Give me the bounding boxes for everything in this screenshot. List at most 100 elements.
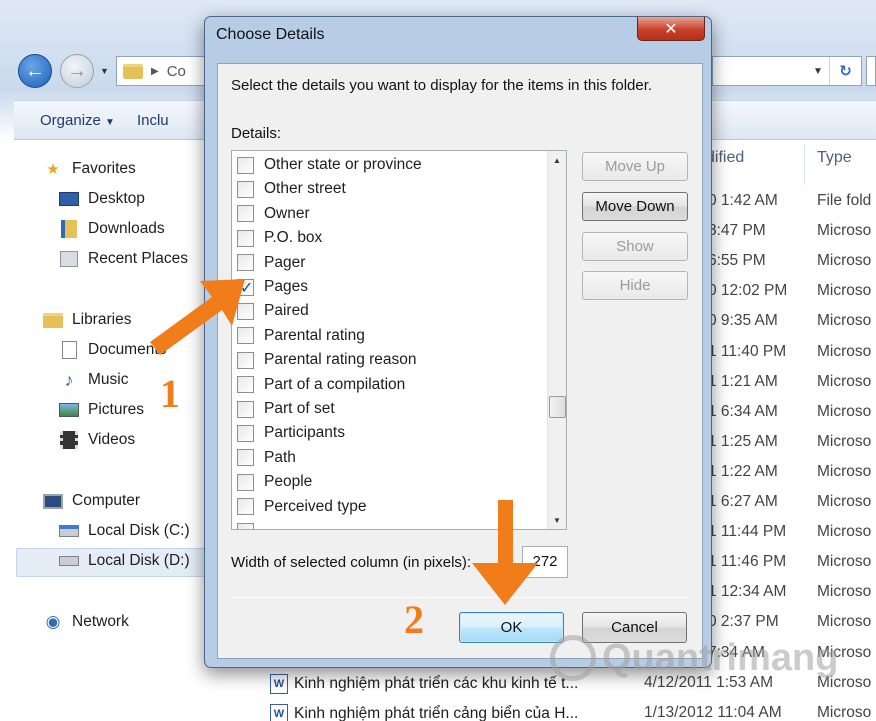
detail-checkbox[interactable] (237, 522, 254, 529)
sidebar-item-music[interactable]: ♪ Music (58, 370, 129, 390)
sidebar-item-downloads[interactable]: Downloads (58, 219, 165, 239)
date-modified-cell: 0 1:42 AM (708, 192, 778, 209)
move-up-button[interactable]: Move Up (582, 152, 688, 181)
date-modified-cell: 1 11:40 PM (708, 342, 787, 360)
column-header-type[interactable]: Type (817, 149, 852, 167)
detail-checkbox[interactable] (237, 498, 254, 516)
column-divider[interactable] (804, 145, 805, 185)
detail-item[interactable]: Part of a compilation (237, 374, 405, 396)
detail-item[interactable]: Pager (237, 252, 305, 274)
star-icon: ★ (46, 161, 60, 178)
breadcrumb-chevron-icon: ▶ (151, 65, 159, 77)
type-cell: Microso (817, 553, 872, 571)
sidebar-item-recent-places[interactable]: Recent Places (58, 249, 188, 269)
address-bar[interactable]: ▶ Co (116, 56, 211, 86)
detail-checkbox[interactable] (237, 278, 254, 298)
move-down-button[interactable]: Move Down (582, 192, 688, 221)
detail-item[interactable] (237, 520, 254, 529)
detail-item[interactable]: Path (237, 447, 296, 469)
detail-label: Owner (264, 204, 310, 222)
sidebar-item-network[interactable]: ◉ Network (42, 612, 129, 632)
detail-checkbox[interactable] (237, 156, 254, 174)
type-cell: Microso (817, 402, 872, 420)
file-date: 4/12/2011 1:53 AM (644, 674, 773, 691)
date-modified-cell: 7:34 AM (708, 643, 765, 661)
type-cell: File fold (817, 192, 872, 209)
sidebar-item-local-disk-c[interactable]: Local Disk (C:) (58, 521, 190, 541)
detail-checkbox[interactable] (237, 400, 254, 418)
date-modified-cell: 1 11:44 PM (708, 523, 787, 541)
detail-checkbox[interactable] (237, 229, 254, 247)
detail-label: Paired (264, 302, 309, 320)
sidebar-item-pictures[interactable]: Pictures (58, 400, 144, 420)
detail-checkbox[interactable] (237, 376, 254, 394)
detail-label: Part of a compilation (264, 375, 406, 393)
file-name: Kinh nghiệm phát triển các khu kinh tế t… (294, 675, 579, 692)
list-item[interactable]: W Kinh nghiệm phát triển các khu kinh tế… (270, 674, 578, 694)
detail-checkbox[interactable] (237, 327, 254, 345)
detail-item[interactable]: People (237, 471, 312, 493)
sidebar-item-label: Local Disk (D:) (88, 552, 190, 569)
detail-label: P.O. box (264, 229, 323, 247)
detail-item[interactable]: Participants (237, 422, 345, 444)
chevron-down-icon: ▼ (105, 116, 115, 128)
detail-item[interactable]: Perceived type (237, 496, 367, 518)
sidebar-item-libraries[interactable]: Libraries (42, 310, 131, 330)
sidebar-item-desktop[interactable]: Desktop (58, 189, 145, 209)
list-item[interactable]: W Kinh nghiệm phát triển cảng biển của H… (270, 704, 578, 721)
sidebar-item-videos[interactable]: Videos (58, 430, 135, 450)
sidebar-item-favorites[interactable]: ★ Favorites (42, 159, 135, 179)
detail-item[interactable]: Other state or province (237, 154, 422, 176)
refresh-icon[interactable]: ↻ (829, 57, 861, 85)
detail-checkbox[interactable] (237, 302, 254, 320)
detail-checkbox[interactable] (237, 424, 254, 442)
scroll-up-icon[interactable]: ▲ (548, 151, 566, 169)
column-width-input[interactable]: 272 (522, 546, 568, 578)
sidebar-item-label: Downloads (88, 220, 165, 237)
detail-item[interactable]: Part of set (237, 398, 335, 420)
details-listbox[interactable]: Other state or province Other street Owner… (231, 150, 567, 530)
detail-checkbox[interactable] (237, 205, 254, 223)
show-button[interactable]: Show (582, 232, 688, 261)
detail-item[interactable]: Pages (237, 276, 308, 298)
detail-checkbox[interactable] (237, 449, 254, 467)
detail-item[interactable]: P.O. box (237, 227, 322, 249)
detail-item[interactable]: Owner (237, 203, 310, 225)
detail-label: Path (264, 448, 296, 466)
sidebar-item-computer[interactable]: Computer (42, 491, 140, 511)
search-input[interactable] (866, 56, 876, 86)
detail-checkbox[interactable] (237, 254, 254, 272)
dialog-divider (231, 597, 689, 598)
column-width-label: Width of selected column (in pixels): (231, 554, 472, 571)
include-in-library-button[interactable]: Inclu (137, 112, 169, 129)
detail-checkbox[interactable] (237, 473, 254, 491)
close-icon[interactable]: ✕ (637, 17, 705, 41)
scroll-down-icon[interactable]: ▼ (548, 511, 566, 529)
recent-pages-dropdown[interactable]: ▼ (100, 66, 109, 76)
detail-item[interactable]: Parental rating (237, 325, 365, 347)
detail-item[interactable]: Parental rating reason (237, 349, 417, 371)
detail-checkbox[interactable] (237, 351, 254, 369)
detail-item[interactable]: Other street (237, 178, 346, 200)
breadcrumb[interactable]: Co (167, 63, 186, 80)
back-button[interactable]: ← (18, 54, 52, 88)
sidebar-item-label: Computer (72, 492, 141, 509)
scrollbar-thumb[interactable] (549, 396, 566, 418)
hide-button[interactable]: Hide (582, 271, 688, 300)
organize-button[interactable]: Organize ▼ (40, 112, 115, 129)
forward-button[interactable]: → (60, 54, 94, 88)
ok-button[interactable]: OK (459, 612, 564, 643)
dialog-body: Select the details you want to display f… (217, 63, 703, 659)
sidebar-item-label: Documents (88, 341, 167, 358)
date-modified-cell: 1 1:21 AM (708, 372, 778, 390)
detail-label: Pages (264, 278, 308, 295)
detail-item[interactable]: Paired (237, 300, 309, 322)
type-cell: Microso (817, 583, 872, 601)
cancel-button[interactable]: Cancel (582, 612, 687, 643)
sidebar-item-documents[interactable]: Documents (58, 340, 166, 360)
address-dropdown-icon[interactable]: ▼ (807, 66, 829, 77)
listbox-scrollbar[interactable]: ▲ ▼ (547, 151, 566, 529)
sidebar-item-local-disk-d[interactable]: Local Disk (D:) (58, 551, 190, 571)
file-date: 1/13/2012 11:04 AM (644, 704, 782, 721)
detail-checkbox[interactable] (237, 180, 254, 198)
